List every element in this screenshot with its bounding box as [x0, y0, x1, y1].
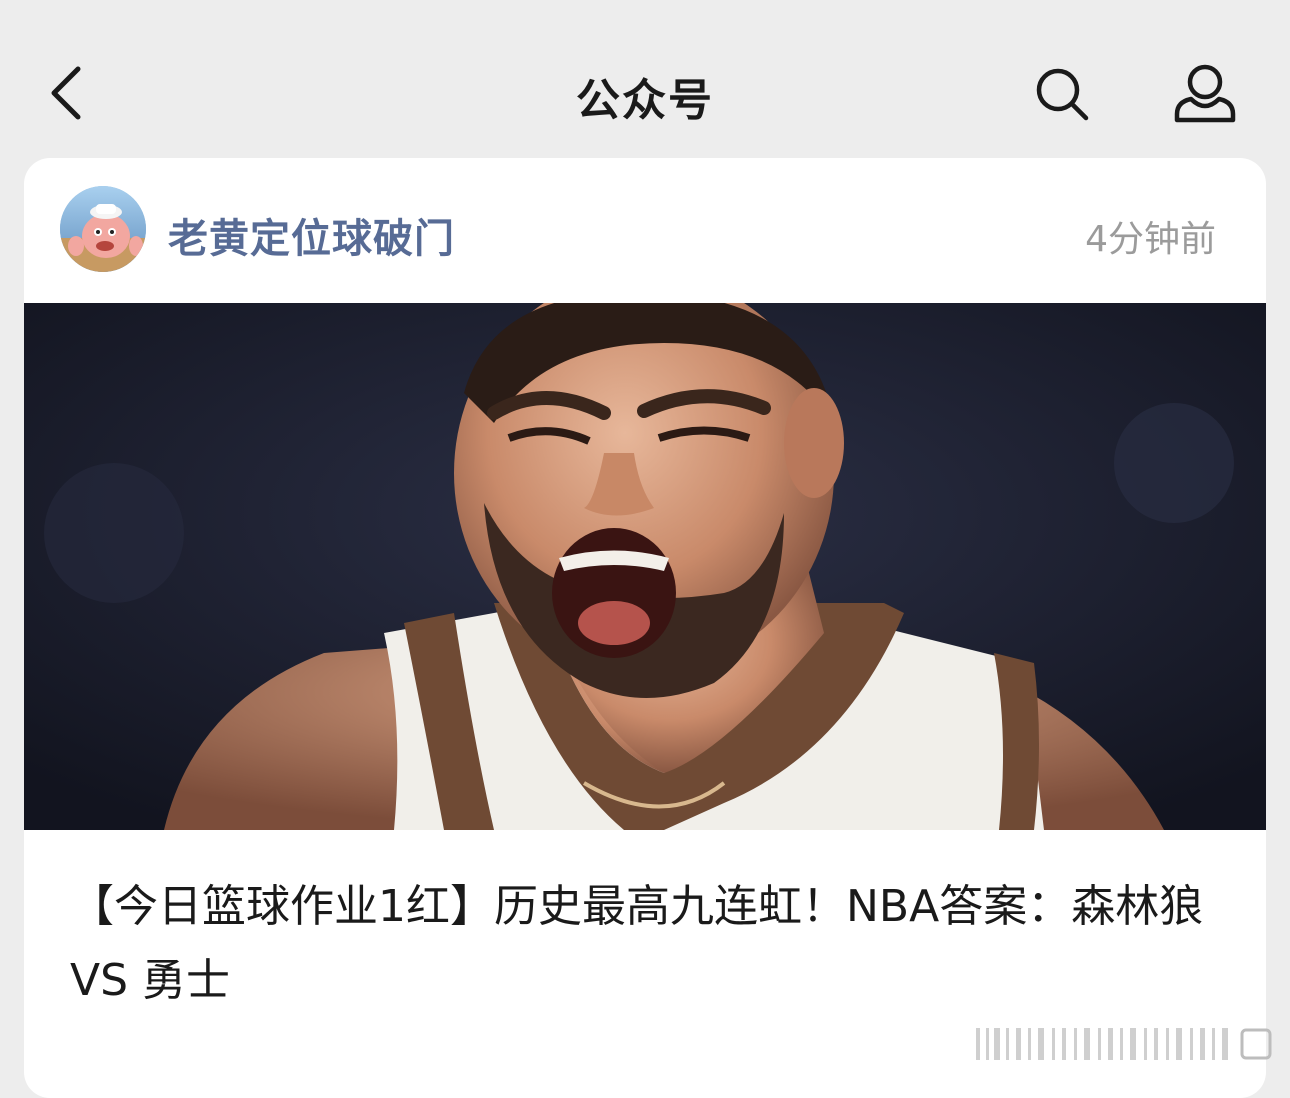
- nav-bar: 公众号: [0, 0, 1290, 150]
- page-title: 公众号: [576, 75, 714, 126]
- watermark: [972, 1024, 1280, 1064]
- basketball-player-image: [24, 303, 1266, 830]
- article-title[interactable]: 【今日篮球作业1红】历史最高九连虹！NBA答案：森林狼 VS 勇士: [70, 870, 1220, 1018]
- article-card[interactable]: 老黄定位球破门 4分钟前 【今日篮球作业1红】历史最高九连虹！NBA答案：森林狼…: [24, 158, 1266, 1098]
- watermark-logo: [976, 1028, 1272, 1060]
- article-cover-image[interactable]: [24, 303, 1266, 830]
- search-button[interactable]: [1030, 62, 1094, 126]
- post-timestamp: 4分钟前: [1085, 219, 1216, 260]
- profile-button[interactable]: [1170, 60, 1240, 126]
- cartoon-avatar-image: [60, 186, 146, 272]
- search-icon: [1036, 68, 1089, 121]
- person-icon: [1174, 64, 1236, 123]
- card-header: 老黄定位球破门 4分钟前: [24, 158, 1266, 302]
- account-avatar[interactable]: [60, 186, 146, 272]
- account-name[interactable]: 老黄定位球破门: [168, 206, 455, 264]
